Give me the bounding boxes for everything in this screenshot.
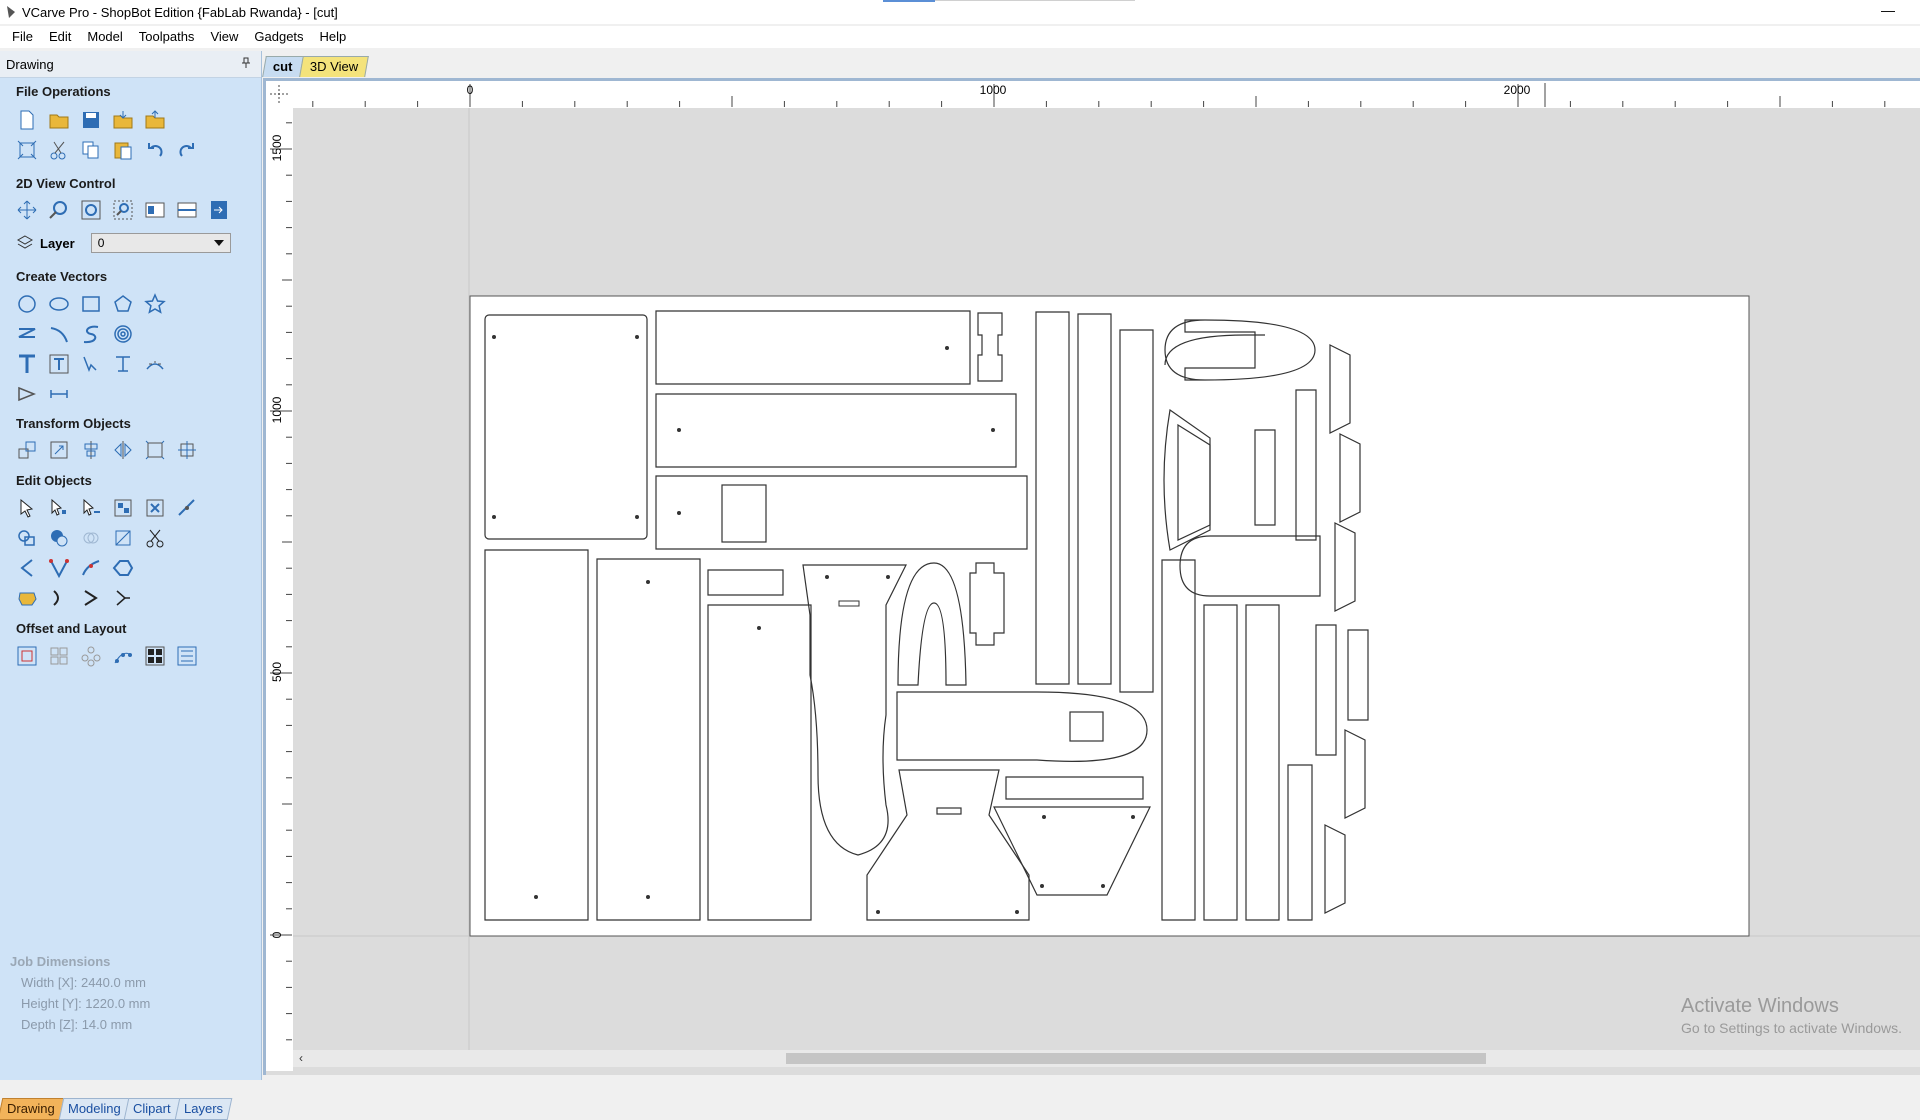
ruler-label-0: 0 [467, 83, 474, 97]
ruler-label-500: 500 [270, 662, 284, 682]
tab-clipart[interactable]: Clipart [124, 1098, 181, 1120]
ruler-top-ticks [312, 84, 1886, 107]
drawing-canvas: 0 1000 2000 1500 1000 500 0 [270, 83, 1920, 1050]
ruler-left-ticks [270, 122, 292, 1041]
scroll-left-icon[interactable]: ‹ [299, 1051, 303, 1065]
ruler-label-v1000: 1000 [270, 396, 284, 423]
tab-layers[interactable]: Layers [174, 1098, 233, 1120]
ruler-label-1500: 1500 [270, 134, 284, 161]
watermark-line-2: Go to Settings to activate Windows. [1681, 1020, 1902, 1036]
scrollbar-thumb[interactable] [786, 1053, 1486, 1064]
tab-modeling[interactable]: Modeling [58, 1098, 130, 1120]
ruler-label-2000: 2000 [1504, 83, 1531, 97]
material-sheet [469, 295, 1750, 937]
sidebar-tabs: Drawing Modeling Clipart Layers [0, 1098, 233, 1120]
activate-windows-watermark: Activate Windows Go to Settings to activ… [1681, 995, 1902, 1036]
tab-drawing[interactable]: Drawing [0, 1098, 65, 1120]
ruler-label-1000: 1000 [980, 83, 1007, 97]
watermark-line-1: Activate Windows [1681, 995, 1839, 1017]
horizontal-scrollbar[interactable]: ‹ [293, 1050, 1920, 1067]
ruler-label-v0: 0 [270, 931, 284, 938]
